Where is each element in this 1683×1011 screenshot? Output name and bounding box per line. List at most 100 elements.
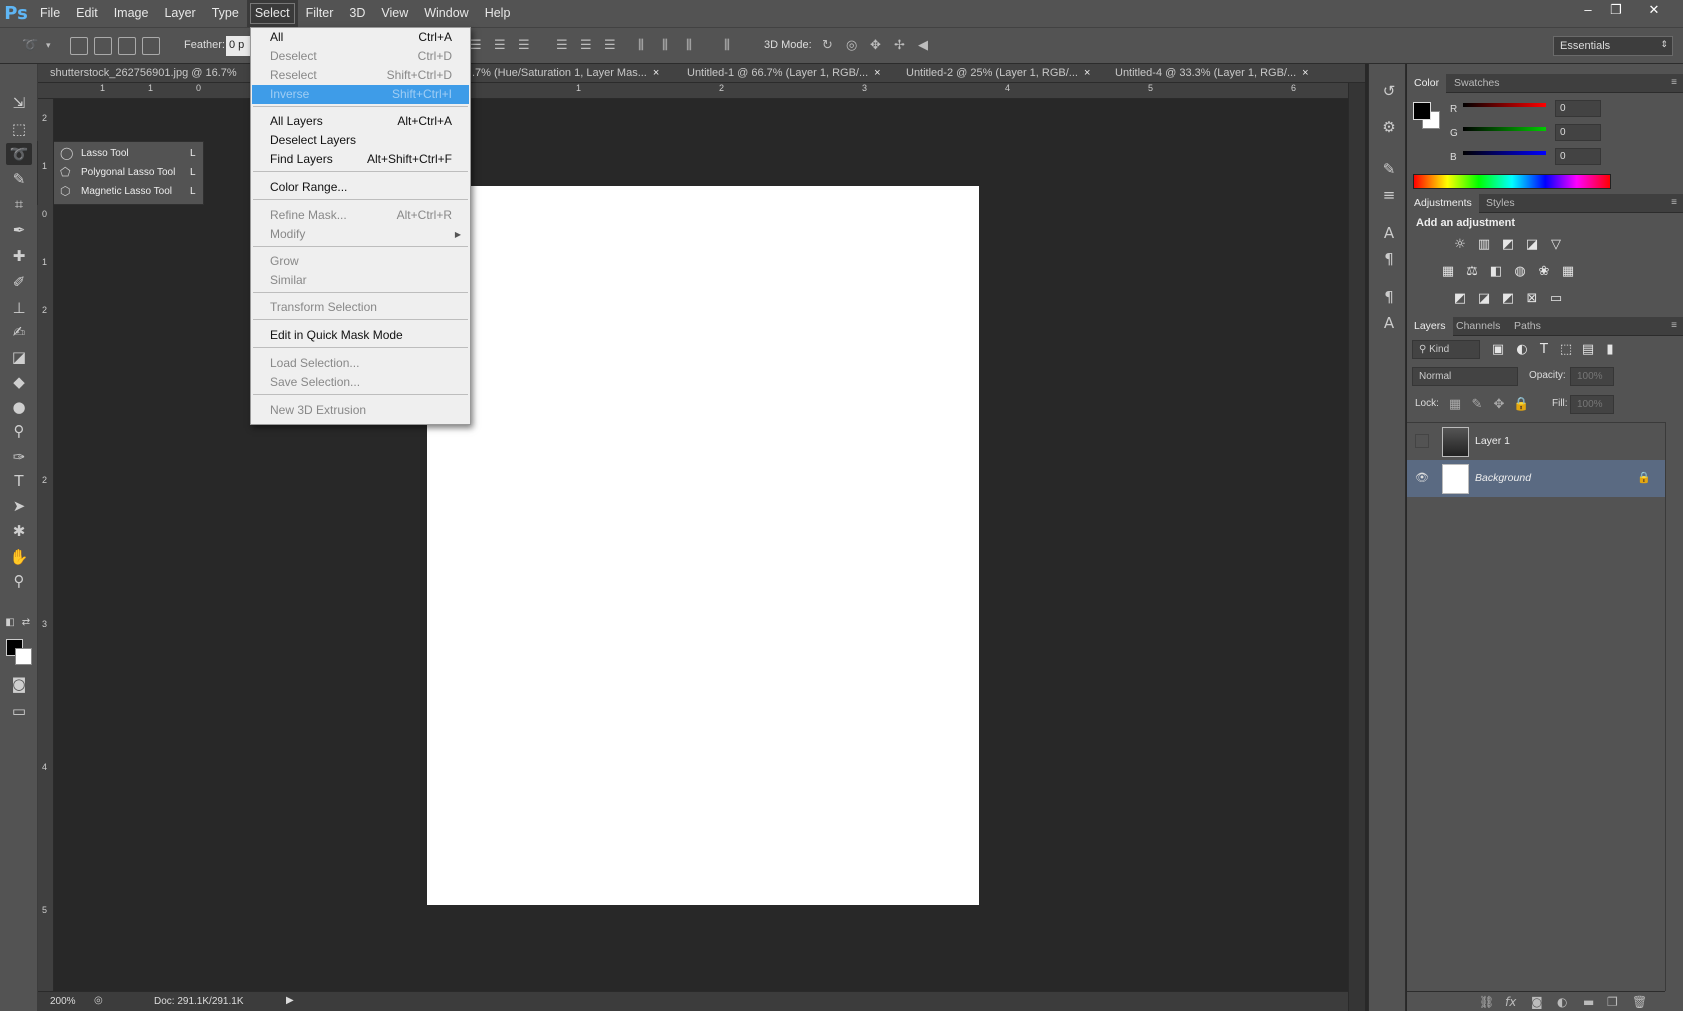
menu-filter[interactable]: Filter	[298, 0, 342, 27]
menu-item-inverse[interactable]: Inverse Shift+Ctrl+I	[252, 85, 469, 104]
menu-item-new-3d-extrusion[interactable]: New 3D Extrusion	[252, 401, 469, 420]
brush-presets-icon[interactable]: ≡	[1378, 184, 1400, 206]
add-to-selection-icon[interactable]	[94, 37, 112, 55]
paragraph-panel-icon[interactable]: ¶	[1378, 248, 1400, 270]
link-layers-icon[interactable]: ⛓	[1479, 995, 1494, 1009]
flyout-polygonal-lasso-tool[interactable]: ⬠ Polygonal Lasso Tool L	[38, 163, 203, 182]
vertical-scrollbar[interactable]	[1348, 83, 1365, 1011]
tab-untitled-2[interactable]: Untitled-2 @ 25% (Layer 1, RGB/... ×	[896, 64, 1090, 83]
color-spectrum-bar[interactable]	[1413, 174, 1611, 189]
menu-item-all[interactable]: All Ctrl+A	[252, 28, 469, 47]
tab-channels[interactable]: Channels	[1449, 317, 1507, 336]
posterize-icon[interactable]: ◪	[1476, 291, 1492, 307]
menu-image[interactable]: Image	[106, 0, 157, 27]
custom-shape-tool-icon[interactable]: ✱	[6, 520, 32, 542]
tab-styles[interactable]: Styles	[1479, 194, 1522, 213]
red-slider[interactable]	[1463, 103, 1546, 107]
tab-color[interactable]: Color	[1407, 74, 1447, 93]
close-tab-icon[interactable]: ×	[653, 67, 659, 79]
intersect-selection-icon[interactable]	[142, 37, 160, 55]
distribute-hcenter-icon[interactable]: ⫼	[662, 38, 668, 53]
vibrance-icon[interactable]: ▽	[1548, 237, 1564, 253]
menu-item-reselect[interactable]: Reselect Shift+Ctrl+D	[252, 66, 469, 85]
menu-item-modify[interactable]: Modify ▶	[252, 225, 469, 244]
dodge-tool-icon[interactable]: ⚲	[6, 420, 32, 442]
menu-type[interactable]: Type	[204, 0, 247, 27]
channel-mixer-icon[interactable]: ❀	[1536, 264, 1552, 280]
hand-tool-icon[interactable]: ✋	[6, 546, 32, 568]
properties-panel-icon[interactable]: ⚙	[1378, 116, 1400, 138]
threshold-icon[interactable]: ◩	[1500, 291, 1516, 307]
distribute-bottom-icon[interactable]: ☰	[604, 38, 616, 53]
auto-align-icon[interactable]: ⫼	[724, 38, 730, 53]
path-selection-tool-icon[interactable]: ➤	[6, 495, 32, 517]
history-panel-icon[interactable]: ↺	[1378, 80, 1400, 102]
eye-icon[interactable]: 👁	[1415, 471, 1429, 485]
lock-position-icon[interactable]: ✥	[1491, 397, 1507, 413]
align-bottom-icon[interactable]: ☰	[518, 38, 530, 53]
eyedropper-tool-icon[interactable]: ✒	[6, 219, 32, 241]
layer-filter-kind-select[interactable]: ⚲ Kind	[1412, 340, 1480, 359]
align-vcenter-icon[interactable]: ☰	[494, 38, 506, 53]
menu-item-find-layers[interactable]: Find Layers Alt+Shift+Ctrl+F	[252, 150, 469, 169]
delete-layer-icon[interactable]: 🗑	[1632, 995, 1647, 1009]
menu-item-grow[interactable]: Grow	[252, 252, 469, 271]
black-white-icon[interactable]: ◧	[1488, 264, 1504, 280]
screen-mode-icon[interactable]: ▭	[6, 700, 32, 722]
panel-menu-icon[interactable]: ≡	[1671, 320, 1677, 331]
close-window-button[interactable]: ✕	[1640, 1, 1668, 19]
menu-item-deselect[interactable]: Deselect Ctrl+D	[252, 47, 469, 66]
tab-hue-saturation[interactable]: .7% (Hue/Saturation 1, Layer Mas... ×	[462, 64, 659, 83]
blue-value-input[interactable]: 0	[1555, 148, 1601, 165]
tab-adjustments[interactable]: Adjustments	[1407, 194, 1479, 213]
menu-item-deselect-layers[interactable]: Deselect Layers	[252, 131, 469, 150]
visibility-toggle-icon[interactable]	[1415, 434, 1429, 448]
menu-view[interactable]: View	[373, 0, 416, 27]
filter-adjustment-icon[interactable]: ◐	[1514, 342, 1530, 358]
new-layer-icon[interactable]: ❐	[1607, 995, 1618, 1009]
eraser-tool-icon[interactable]: ◪	[6, 346, 32, 368]
menu-item-all-layers[interactable]: All Layers Alt+Ctrl+A	[252, 112, 469, 131]
healing-brush-tool-icon[interactable]: ✚	[6, 245, 32, 267]
menu-select[interactable]: Select	[246, 0, 298, 27]
3d-rotate-icon[interactable]: ↻	[822, 38, 833, 53]
background-color-swatch[interactable]	[15, 648, 32, 665]
zoom-level[interactable]: 200%	[50, 996, 76, 1007]
3d-scale-icon[interactable]: ◀	[918, 38, 928, 53]
close-tab-icon[interactable]: ×	[874, 67, 880, 79]
character-styles-icon[interactable]: ¶	[1378, 286, 1400, 308]
tab-swatches[interactable]: Swatches	[1447, 74, 1507, 93]
filter-smart-object-icon[interactable]: ▤	[1580, 342, 1596, 358]
lasso-preset-icon[interactable]: ➰	[22, 38, 38, 53]
filter-type-icon[interactable]: T	[1536, 342, 1552, 358]
3d-drag-icon[interactable]: ✥	[870, 38, 881, 53]
menu-item-load-selection[interactable]: Load Selection...	[252, 354, 469, 373]
tab-untitled-1[interactable]: Untitled-1 @ 66.7% (Layer 1, RGB/... ×	[677, 64, 881, 83]
hue-saturation-icon[interactable]: ▦	[1440, 264, 1456, 280]
3d-roll-icon[interactable]: ◎	[846, 38, 857, 53]
menu-item-transform-selection[interactable]: Transform Selection	[252, 298, 469, 317]
curves-icon[interactable]: ◩	[1500, 237, 1516, 253]
workspace-switcher[interactable]: Essentials ⇕	[1553, 36, 1673, 56]
type-tool-icon[interactable]: T	[6, 470, 32, 492]
pen-tool-icon[interactable]: ✑	[6, 446, 32, 468]
close-tab-icon[interactable]: ×	[1302, 67, 1308, 79]
color-lookup-icon[interactable]: ▦	[1560, 264, 1576, 280]
menu-3d[interactable]: 3D	[341, 0, 373, 27]
distribute-top-icon[interactable]: ☰	[556, 38, 568, 53]
blue-slider[interactable]	[1463, 151, 1546, 155]
menu-item-color-range[interactable]: Color Range...	[252, 178, 469, 197]
history-brush-tool-icon[interactable]: ✍	[6, 321, 32, 343]
character-panel-icon[interactable]: A	[1378, 222, 1400, 244]
lock-icon[interactable]: 🔒	[1637, 471, 1651, 484]
menu-item-refine-mask[interactable]: Refine Mask... Alt+Ctrl+R	[252, 206, 469, 225]
preset-dropdown-icon[interactable]: ▾	[46, 41, 51, 51]
quick-mask-icon[interactable]: ◙	[6, 673, 32, 695]
new-adjustment-layer-icon[interactable]: ◐	[1557, 995, 1567, 1009]
distribute-right-icon[interactable]: ⫼	[686, 38, 692, 53]
clone-stamp-tool-icon[interactable]: ⊥	[6, 297, 32, 319]
restore-button[interactable]: ❐	[1602, 1, 1630, 19]
3d-slide-icon[interactable]: ✢	[894, 38, 905, 53]
flyout-lasso-tool[interactable]: ◯ Lasso Tool L	[38, 144, 203, 163]
paragraph-styles-icon[interactable]: A	[1378, 312, 1400, 334]
